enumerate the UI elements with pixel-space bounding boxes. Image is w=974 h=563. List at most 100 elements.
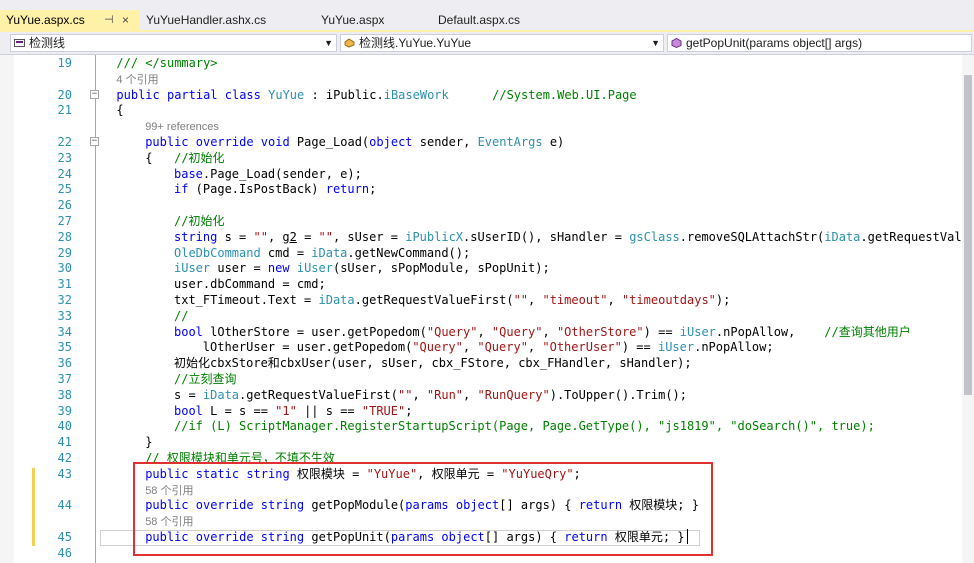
code-line-33: 33 // bbox=[0, 308, 968, 324]
code-text: /// </summary> bbox=[116, 56, 218, 70]
tab-yuyue-aspx[interactable]: YuYue.aspx bbox=[315, 10, 415, 30]
scrollbar-thumb[interactable] bbox=[964, 75, 972, 395]
line-number: 30 bbox=[57, 261, 72, 276]
navigation-bar: 检测线 ▼ 检测线.YuYue.YuYue ▼ getPopUnit(param… bbox=[0, 32, 974, 55]
member-label: getPopUnit(params object[] args) bbox=[686, 36, 863, 50]
document-tab-strip: YuYue.aspx.cs ⊣ × YuYueHandler.ashx.cs Y… bbox=[0, 0, 974, 32]
code-line-22: 22 − public override void Page_Load(object… bbox=[0, 134, 968, 150]
code-line-24: 24 base.Page_Load(sender, e); bbox=[0, 166, 968, 182]
chevron-down-icon: ▼ bbox=[651, 38, 660, 48]
code-text: // bbox=[174, 308, 189, 323]
code-line-36: 36 初始化cbxStore和cbxUser(user, sUser, cbx_F… bbox=[0, 355, 968, 371]
line-number: 39 bbox=[57, 403, 72, 418]
line-number: 38 bbox=[57, 387, 72, 402]
tab-yuyuehandler-ashx-cs[interactable]: YuYueHandler.ashx.cs bbox=[140, 10, 302, 30]
line-number: 34 bbox=[57, 324, 72, 339]
close-icon[interactable]: × bbox=[122, 10, 129, 30]
code-text: bool lOtherStore = user.getPopedom("Quer… bbox=[174, 324, 911, 339]
vertical-scrollbar[interactable] bbox=[962, 55, 974, 563]
code-line-37: 37 //立刻查询 bbox=[0, 371, 968, 387]
code-line-43: 43 public static string 权限模块 = "YuYue", 权… bbox=[0, 466, 968, 482]
line-number: 36 bbox=[57, 356, 72, 371]
tab-label: Default.aspx.cs bbox=[438, 13, 521, 27]
code-text: //立刻查询 bbox=[174, 372, 237, 386]
line-number: 27 bbox=[57, 214, 72, 228]
code-text: //if (L) ScriptManager.RegisterStartupSc… bbox=[174, 419, 875, 434]
chevron-down-icon: ▼ bbox=[324, 38, 333, 48]
code-text: public override void Page_Load(object se… bbox=[145, 135, 565, 149]
code-text: } bbox=[145, 435, 153, 450]
line-number: 40 bbox=[57, 419, 72, 434]
code-text: user.dbCommand = cmd; bbox=[174, 277, 326, 292]
tab-label: YuYueHandler.ashx.cs bbox=[146, 13, 267, 27]
code-line-27: 27 //初始化 bbox=[0, 213, 968, 229]
line-number: 23 bbox=[57, 150, 72, 165]
codelens-references[interactable]: 58 个引用 bbox=[145, 513, 193, 530]
project-label: 检测线 bbox=[29, 36, 66, 50]
code-text: //初始化 bbox=[174, 214, 225, 228]
line-number: 19 bbox=[57, 56, 72, 70]
code-text: public static string 权限模块 = "YuYue", 权限单… bbox=[145, 466, 581, 481]
codelens-references[interactable]: 99+ references bbox=[145, 118, 219, 135]
code-text: { bbox=[116, 103, 124, 118]
class-label: 检测线.YuYue.YuYue bbox=[359, 36, 472, 50]
collapse-icon[interactable]: − bbox=[90, 89, 99, 99]
line-number: 35 bbox=[57, 340, 72, 355]
collapse-icon[interactable]: − bbox=[90, 137, 99, 146]
code-line-31: 31 user.dbCommand = cmd; bbox=[0, 276, 968, 292]
code-line-45: 45 public override string getPopUnit(para… bbox=[0, 529, 968, 545]
code-line-21: 21 { bbox=[0, 102, 968, 118]
code-text: txt_FTimeout.Text = iData.getRequestValu… bbox=[174, 293, 731, 307]
code-line-20: 20 − public partial class YuYue : iPublic.… bbox=[0, 87, 968, 103]
line-number: 24 bbox=[57, 166, 72, 181]
line-number: 32 bbox=[57, 293, 72, 307]
line-number: 44 bbox=[57, 498, 72, 513]
code-text: // 权限模块和单元号，不填不生效 bbox=[145, 451, 335, 465]
tab-default-aspx-cs[interactable]: Default.aspx.cs bbox=[432, 10, 562, 30]
code-area[interactable]: 19 /// </summary> 4 个引用 20 − public partial c… bbox=[0, 55, 968, 563]
code-line-28: 28 string s = "", g2 = "", sUser = iPubli… bbox=[0, 229, 968, 245]
code-line-46: 46 bbox=[0, 545, 968, 561]
project-dropdown[interactable]: 检测线 ▼ bbox=[10, 34, 337, 52]
code-text: s = iData.getRequestValueFirst("", "Run"… bbox=[174, 387, 687, 402]
code-line-41: 41} bbox=[0, 434, 968, 450]
pin-icon[interactable]: ⊣ bbox=[104, 10, 114, 30]
line-number: 45 bbox=[57, 530, 72, 544]
codelens-references[interactable]: 58 个引用 bbox=[145, 482, 193, 499]
tab-yuyue-aspx-cs[interactable]: YuYue.aspx.cs ⊣ × bbox=[0, 10, 140, 30]
line-number: 42 bbox=[57, 451, 72, 465]
code-line-44: 44 public override string getPopModule(pa… bbox=[0, 497, 968, 513]
code-line-40: 40 //if (L) ScriptManager.RegisterStartup… bbox=[0, 418, 968, 434]
line-number: 26 bbox=[57, 198, 72, 213]
member-dropdown[interactable]: getPopUnit(params object[] args) bbox=[667, 34, 972, 52]
line-number: 41 bbox=[57, 435, 72, 450]
code-text: OleDbCommand cmd = iData.getNewCommand()… bbox=[174, 245, 471, 260]
line-number: 37 bbox=[57, 372, 72, 386]
code-line-32: 32 txt_FTimeout.Text = iData.getRequestVa… bbox=[0, 292, 968, 308]
code-text: iUser user = new iUser(sUser, sPopModule… bbox=[174, 261, 550, 276]
codelens-line: 58 个引用 bbox=[0, 513, 968, 529]
code-text: 初始化cbxStore和cbxUser(user, sUser, cbx_FSt… bbox=[174, 356, 692, 371]
text-caret bbox=[687, 529, 688, 544]
code-line-25: 25 if (Page.IsPostBack) return; bbox=[0, 181, 968, 197]
code-line-26: 26 bbox=[0, 197, 968, 213]
line-number: 46 bbox=[57, 545, 72, 560]
line-number: 20 bbox=[57, 87, 72, 102]
code-text: if (Page.IsPostBack) return; bbox=[174, 182, 377, 197]
code-text: string s = "", g2 = "", sUser = iPublicX… bbox=[174, 229, 968, 244]
code-editor[interactable]: 19 /// </summary> 4 个引用 20 − public partial c… bbox=[0, 55, 974, 563]
code-text: base.Page_Load(sender, e); bbox=[174, 166, 362, 181]
line-number: 31 bbox=[57, 277, 72, 292]
code-text: public override string getPopUnit(params… bbox=[145, 530, 685, 544]
tab-label: YuYue.aspx bbox=[321, 13, 385, 27]
tab-label: YuYue.aspx.cs bbox=[6, 13, 85, 27]
code-line-34: 34 bool lOtherStore = user.getPopedom("Qu… bbox=[0, 324, 968, 340]
code-text: public override string getPopModule(para… bbox=[145, 498, 699, 513]
code-text: lOtherUser = user.getPopedom("Query", "Q… bbox=[202, 340, 774, 355]
class-dropdown[interactable]: 检测线.YuYue.YuYue ▼ bbox=[340, 34, 664, 52]
line-number: 21 bbox=[57, 103, 72, 118]
code-text: bool L = s == "1" || s == "TRUE"; bbox=[174, 403, 413, 418]
code-line-39: 39 bool L = s == "1" || s == "TRUE"; bbox=[0, 403, 968, 419]
code-line-38: 38 s = iData.getRequestValueFirst("", "Ru… bbox=[0, 387, 968, 403]
codelens-references[interactable]: 4 个引用 bbox=[116, 71, 158, 88]
